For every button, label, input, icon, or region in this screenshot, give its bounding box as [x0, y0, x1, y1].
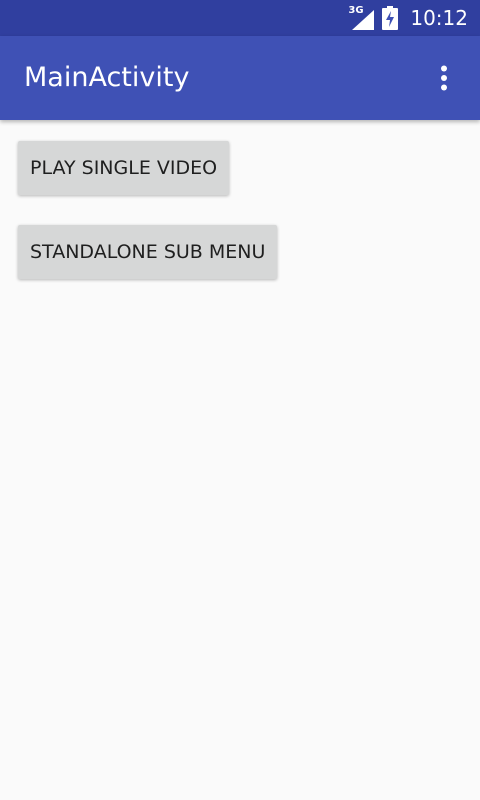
status-icons: 3G 10:12	[348, 0, 468, 36]
status-bar: 3G 10:12	[0, 0, 480, 36]
signal-icon	[352, 10, 375, 30]
app-bar: MainActivity	[0, 36, 480, 120]
play-single-video-button[interactable]: PLAY SINGLE VIDEO	[18, 141, 230, 195]
more-vert-icon	[441, 65, 447, 91]
standalone-sub-menu-button[interactable]: STANDALONE SUB MENU	[18, 225, 278, 279]
battery-charging-icon	[382, 6, 399, 30]
signal-indicator: 3G	[348, 6, 375, 30]
overflow-menu-button[interactable]	[420, 54, 468, 102]
app-title: MainActivity	[24, 62, 190, 93]
screen: 3G 10:12 MainActivity PLAY SINGLE VIDEO …	[0, 0, 480, 800]
status-time: 10:12	[410, 6, 468, 30]
main-content: PLAY SINGLE VIDEO STANDALONE SUB MENU	[0, 120, 480, 800]
